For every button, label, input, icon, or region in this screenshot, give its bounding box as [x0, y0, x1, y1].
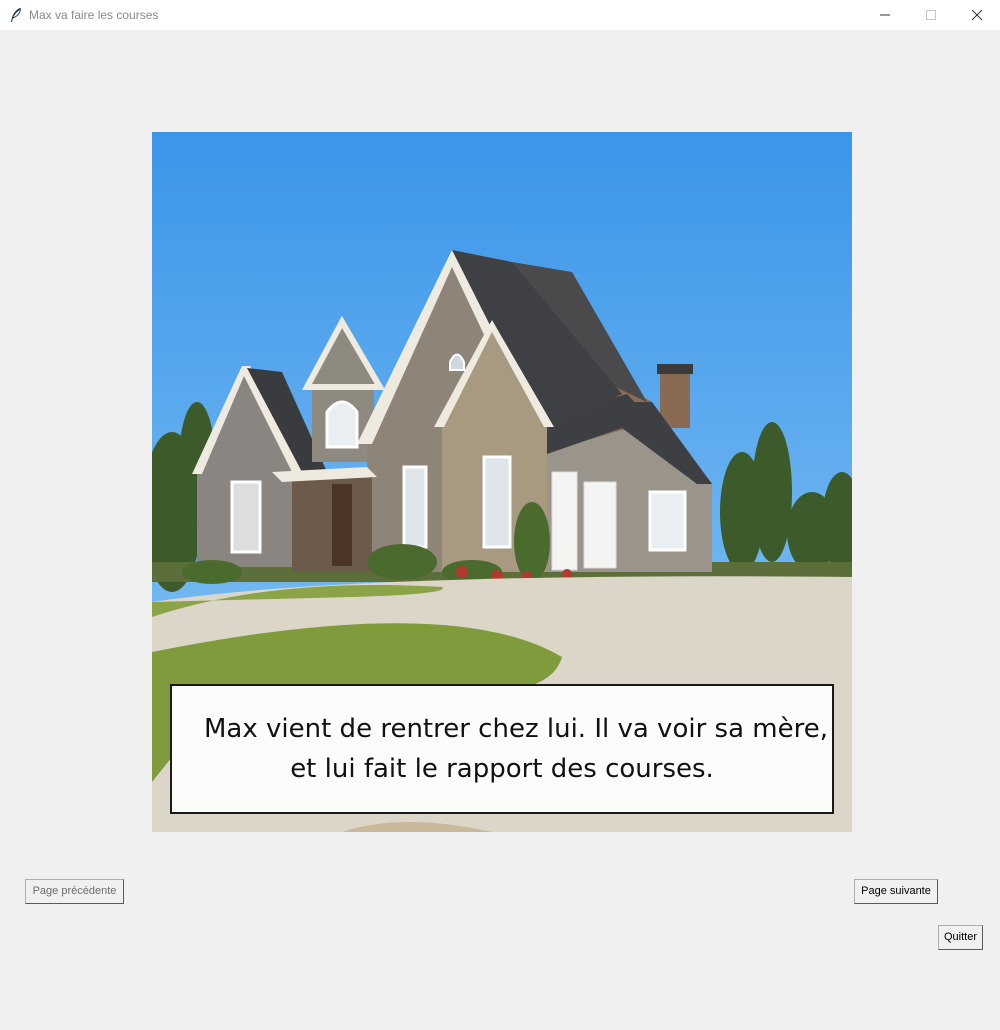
title-bar: Max va faire les courses — [0, 0, 1000, 30]
next-page-button[interactable]: Page suivante — [854, 879, 938, 904]
previous-page-button[interactable]: Page précédente — [25, 879, 124, 904]
feather-icon — [11, 7, 21, 22]
close-button[interactable] — [954, 0, 1000, 30]
caption-line-1: Max vient de rentrer chez lui. Il va voi… — [204, 714, 828, 744]
maximize-icon — [926, 10, 936, 20]
maximize-button[interactable] — [908, 0, 954, 30]
caption-line-2: et lui fait le rapport des courses. — [290, 754, 714, 784]
quit-button[interactable]: Quitter — [938, 925, 983, 950]
minimize-button[interactable] — [862, 0, 908, 30]
close-icon — [971, 9, 983, 21]
story-caption-box: Max vient de rentrer chez lui. Il va voi… — [170, 684, 834, 814]
window-title: Max va faire les courses — [29, 8, 159, 22]
minimize-icon — [880, 14, 890, 16]
